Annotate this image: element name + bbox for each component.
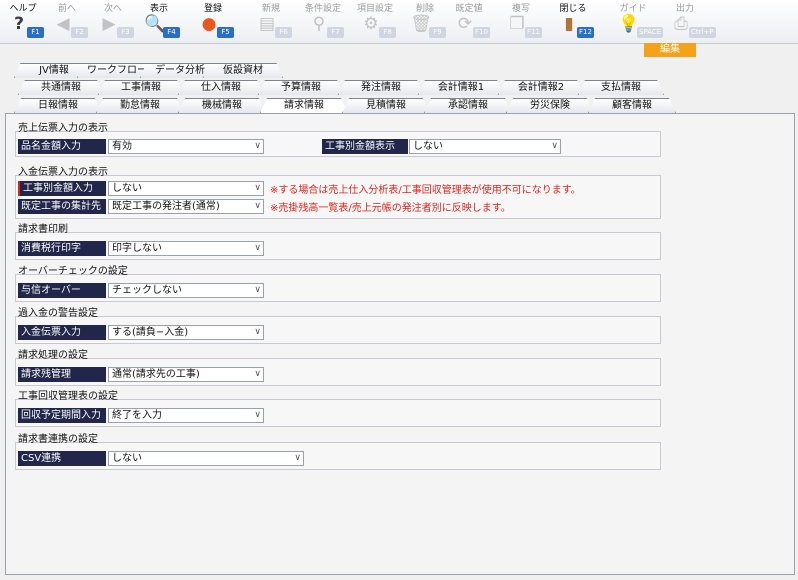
section-overpayment-warning: 過入金の警告設定 入金伝票入力 する(請負−入金) ∨ [15, 308, 661, 344]
section-invoice-print: 請求書印刷 消費税行印字 印字しない ∨ [15, 224, 661, 260]
section-invoice-link: 請求書連携の設定 CSV連携 しない ∨ [15, 434, 661, 470]
tab-row3-8[interactable]: 顧客情報 [588, 98, 676, 113]
work-amount-display-select[interactable]: しない ∨ [409, 139, 561, 154]
default-work-aggregation-label: 既定工事の集計先 [18, 199, 106, 214]
tab-row1-4[interactable]: 仮設資材 [203, 63, 283, 78]
function-key-badge: F10 [473, 27, 490, 38]
section-collection-management: 工事回収管理表の設定 回収予定期間入力 終了を入力 ∨ [15, 391, 661, 427]
function-key-badge: F11 [525, 27, 542, 38]
tab-row2-7[interactable]: 会計情報2 [498, 80, 584, 95]
chevron-down-icon: ∨ [254, 243, 261, 253]
tab-row3-6[interactable]: 承認情報 [424, 98, 512, 113]
section-title: 過入金の警告設定 [18, 308, 98, 319]
tab-row3-4[interactable]: 請求情報 [260, 98, 348, 113]
toolbar-button-f8[interactable]: 項目設定 ⚙ F8 [352, 0, 398, 44]
work-amount-input-label: 工事別金額入力 [18, 181, 106, 196]
tab-row2-2[interactable]: 工事情報 [98, 80, 184, 95]
function-key-badge: F3 [117, 27, 134, 38]
tab-row2-4[interactable]: 予算情報 [258, 80, 344, 95]
tab-row3-2[interactable]: 勤怠情報 [96, 98, 184, 113]
section-title: オーバーチェックの設定 [18, 266, 128, 277]
tab-row3-7[interactable]: 労災保険 [506, 98, 594, 113]
toolbar-button-f12[interactable]: 閉じる ▮ F12 [550, 0, 596, 44]
toolbar-button-f2[interactable]: 前へ ◀ F2 [44, 0, 90, 44]
work-amount-display-label: 工事別金額表示 [322, 139, 408, 154]
section-billing-process: 請求処理の設定 請求残管理 通常(請求先の工事) ∨ [15, 350, 661, 386]
billing-balance-select[interactable]: 通常(請求先の工事) ∨ [108, 367, 264, 382]
toolbar-button-f7[interactable]: 条件設定 ⚲ F7 [300, 0, 346, 44]
credit-over-select[interactable]: チェックしない ∨ [108, 283, 264, 298]
billing-balance-label: 請求残管理 [18, 367, 106, 382]
tab-row3-5[interactable]: 見積情報 [342, 98, 430, 113]
section-title: 請求書印刷 [18, 224, 68, 235]
deposit-slip-input-select[interactable]: する(請負−入金) ∨ [108, 325, 264, 340]
edit-mode-badge: 編集 [644, 43, 696, 57]
chevron-down-icon: ∨ [254, 141, 261, 151]
section-title: 工事回収管理表の設定 [18, 391, 118, 402]
function-key-badge: F12 [577, 27, 594, 38]
product-amount-input-select[interactable]: 有効 ∨ [108, 139, 264, 154]
section-title: 売上伝票入力の表示 [18, 123, 108, 134]
chevron-down-icon: ∨ [254, 369, 261, 379]
consumption-tax-print-label: 消費税行印字 [18, 241, 106, 256]
chevron-down-icon: ∨ [254, 410, 261, 420]
tab-row2-6[interactable]: 会計情報1 [418, 80, 504, 95]
tab-row2-3[interactable]: 仕入情報 [178, 80, 264, 95]
toolbar-button-f4[interactable]: 表示 🔍 F4 [136, 0, 182, 44]
function-key-badge: F5 [217, 27, 234, 38]
deposit-slip-input-label: 入金伝票入力 [18, 325, 106, 340]
consumption-tax-print-select[interactable]: 印字しない ∨ [108, 241, 264, 256]
function-key-badge: F1 [27, 27, 44, 38]
function-key-badge: F7 [327, 27, 344, 38]
function-key-badge: F8 [379, 27, 396, 38]
tab-row3-1[interactable]: 日報情報 [14, 98, 102, 113]
toolbar-button-f1[interactable]: ヘルプ? F1 [0, 0, 46, 44]
section-sales-slip: 売上伝票入力の表示 品名金額入力 有効 ∨ 工事別金額表示 しない ∨ [15, 123, 661, 157]
product-amount-input-label: 品名金額入力 [18, 139, 106, 154]
function-key-badge: F9 [429, 27, 446, 38]
chevron-down-icon: ∨ [254, 201, 261, 211]
toolbar-button-space[interactable]: ガイド 💡 SPACE [610, 0, 664, 44]
toolbar-button-ctrl-p[interactable]: 出力 ⎙ Ctrl+P [662, 0, 716, 44]
function-key-badge: F4 [163, 27, 180, 38]
csv-link-select[interactable]: しない ∨ [108, 451, 304, 466]
csv-link-label: CSV連携 [18, 451, 106, 466]
billing-settings-panel: 売上伝票入力の表示 品名金額入力 有効 ∨ 工事別金額表示 しない ∨ 入金伝票入力… [5, 113, 795, 575]
toolbar-button-f5[interactable]: 登録 ● F5 [190, 0, 236, 44]
chevron-down-icon: ∨ [254, 327, 261, 337]
credit-over-label: 与信オーバー [18, 283, 106, 298]
toolbar-button-f9[interactable]: 削除 🗑 F9 [402, 0, 448, 44]
work-amount-input-select[interactable]: しない ∨ [108, 181, 264, 196]
section-title: 請求書連携の設定 [18, 434, 98, 445]
toolbar-button-f3[interactable]: 次へ ▶ F3 [90, 0, 136, 44]
warning-note: ※する場合は売上仕入分析表/工事回収管理表が使用不可になります。 [270, 185, 581, 196]
section-title: 請求処理の設定 [18, 350, 88, 361]
chevron-down-icon: ∨ [294, 453, 301, 463]
function-key-badge: Ctrl+P [689, 27, 716, 38]
section-over-check: オーバーチェックの設定 与信オーバー チェックしない ∨ [15, 266, 661, 302]
function-key-badge: SPACE [637, 27, 664, 38]
default-work-aggregation-select[interactable]: 既定工事の発注者(通常) ∨ [108, 199, 264, 214]
warning-note: ※売掛残高一覧表/売上元帳の発注者別に反映します。 [270, 203, 511, 214]
chevron-down-icon: ∨ [551, 141, 558, 151]
function-key-badge: F6 [275, 27, 292, 38]
function-key-badge: F2 [71, 27, 88, 38]
tab-row2-5[interactable]: 発注情報 [338, 80, 424, 95]
collection-period-input-label: 回収予定期間入力 [18, 408, 106, 423]
section-deposit-slip: 入金伝票入力の表示 工事別金額入力 しない ∨ ※する場合は売上仕入分析表/工事回… [15, 167, 661, 219]
toolbar-button-f10[interactable]: 既定値 ⟳ F10 [446, 0, 492, 44]
chevron-down-icon: ∨ [254, 285, 261, 295]
toolbar-button-f11[interactable]: 複写 ❐ F11 [498, 0, 544, 44]
tab-row3-3[interactable]: 機械情報 [178, 98, 266, 113]
section-title: 入金伝票入力の表示 [18, 167, 108, 178]
toolbar: ヘルプ? F1 前へ ◀ F2 次へ ▶ F3 表示 🔍 F4 登録 ● F5 新規 ▤ F6 条件設定 ⚲ F7 項目… [0, 0, 798, 44]
collection-period-input-select[interactable]: 終了を入力 ∨ [108, 408, 264, 423]
tab-row2-1[interactable]: 共通情報 [18, 80, 104, 95]
chevron-down-icon: ∨ [254, 183, 261, 193]
toolbar-button-f6[interactable]: 新規 ▤ F6 [248, 0, 294, 44]
tab-row2-8[interactable]: 支払情報 [578, 80, 664, 95]
